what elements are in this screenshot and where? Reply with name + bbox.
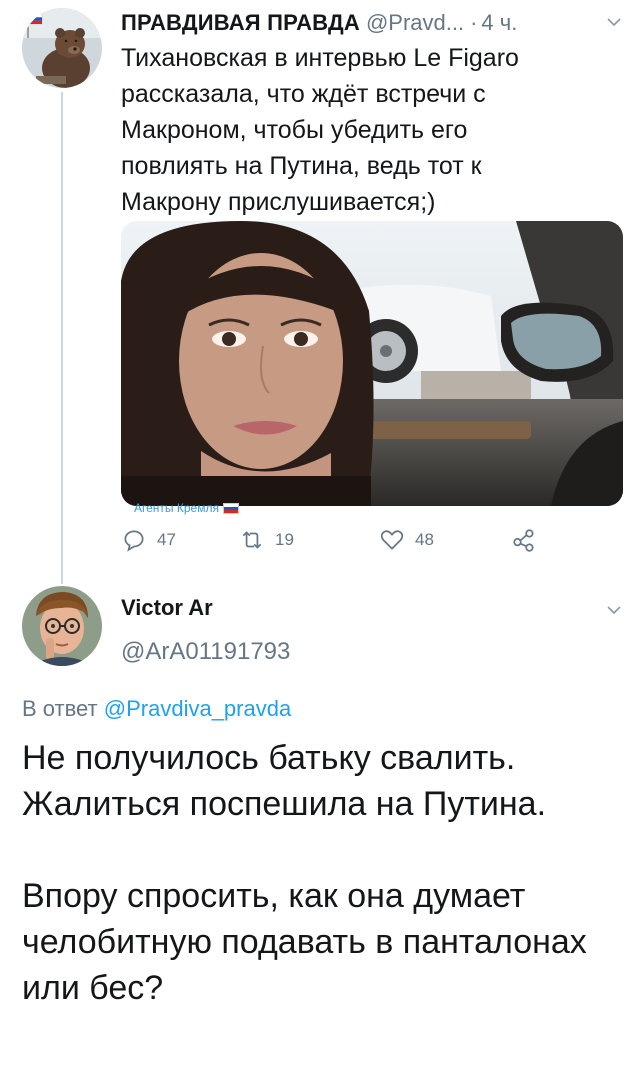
retweet-count: 19 [275, 530, 294, 549]
tweet2-author-handle[interactable]: @ArA01191793 [121, 638, 290, 666]
tweet1-author-name[interactable]: ПРАВДИВАЯ ПРАВДА [121, 10, 360, 36]
reply-prefix: В ответ [22, 696, 98, 721]
reply-icon [124, 530, 144, 552]
bear-avatar-image [22, 8, 102, 88]
tweet2-paragraph-2: Впору спросить, как она думает челобитну… [22, 877, 587, 1007]
share-icon [513, 529, 534, 552]
retweet-button[interactable]: 19 [239, 524, 294, 556]
like-count: 48 [415, 530, 434, 549]
reply-button[interactable]: 47 [121, 524, 176, 556]
tweet1-media-image[interactable] [121, 221, 623, 506]
thread-connector-line [61, 92, 63, 584]
tweet2-author-name[interactable]: Victor Ar [121, 595, 213, 621]
tweet1-timestamp[interactable]: 4 ч. [481, 10, 517, 36]
victor-avatar-image [22, 586, 102, 666]
watermark-text: Агенты Кремля [134, 501, 219, 515]
author-avatar-victor[interactable] [22, 586, 102, 666]
reply-handle-link[interactable]: @Pravdiva_pravda [104, 696, 291, 721]
like-button[interactable]: 48 [379, 524, 434, 556]
reply-count: 47 [157, 530, 176, 549]
tweet2-paragraph-1: Не получилось батьку свалить. Жалиться п… [22, 739, 547, 823]
tweet1-header: ПРАВДИВАЯ ПРАВДА @Pravd... · 4 ч. [121, 6, 624, 40]
separator-dot: · [470, 10, 478, 35]
chevron-down-icon[interactable] [606, 14, 622, 30]
tweet1-text: Тихановская в интервью Le Figaro рассказ… [121, 44, 519, 216]
tweet1-author-handle[interactable]: @Pravd... [366, 10, 464, 36]
russian-flag-icon [222, 502, 239, 514]
author-avatar-bear[interactable] [22, 8, 102, 88]
media-watermark: Агенты Кремля [134, 501, 239, 515]
heart-icon [380, 530, 404, 550]
reply-context: В ответ @Pravdiva_pravda [22, 696, 291, 722]
tweet2-text: Не получилось батьку свалить. Жалиться п… [22, 735, 622, 1011]
tweet1-actions: 47 19 48 [121, 524, 561, 556]
car-selfie-photo [121, 221, 623, 506]
share-button[interactable] [511, 524, 537, 556]
retweet-icon [242, 531, 262, 549]
chevron-down-icon[interactable] [606, 602, 622, 618]
